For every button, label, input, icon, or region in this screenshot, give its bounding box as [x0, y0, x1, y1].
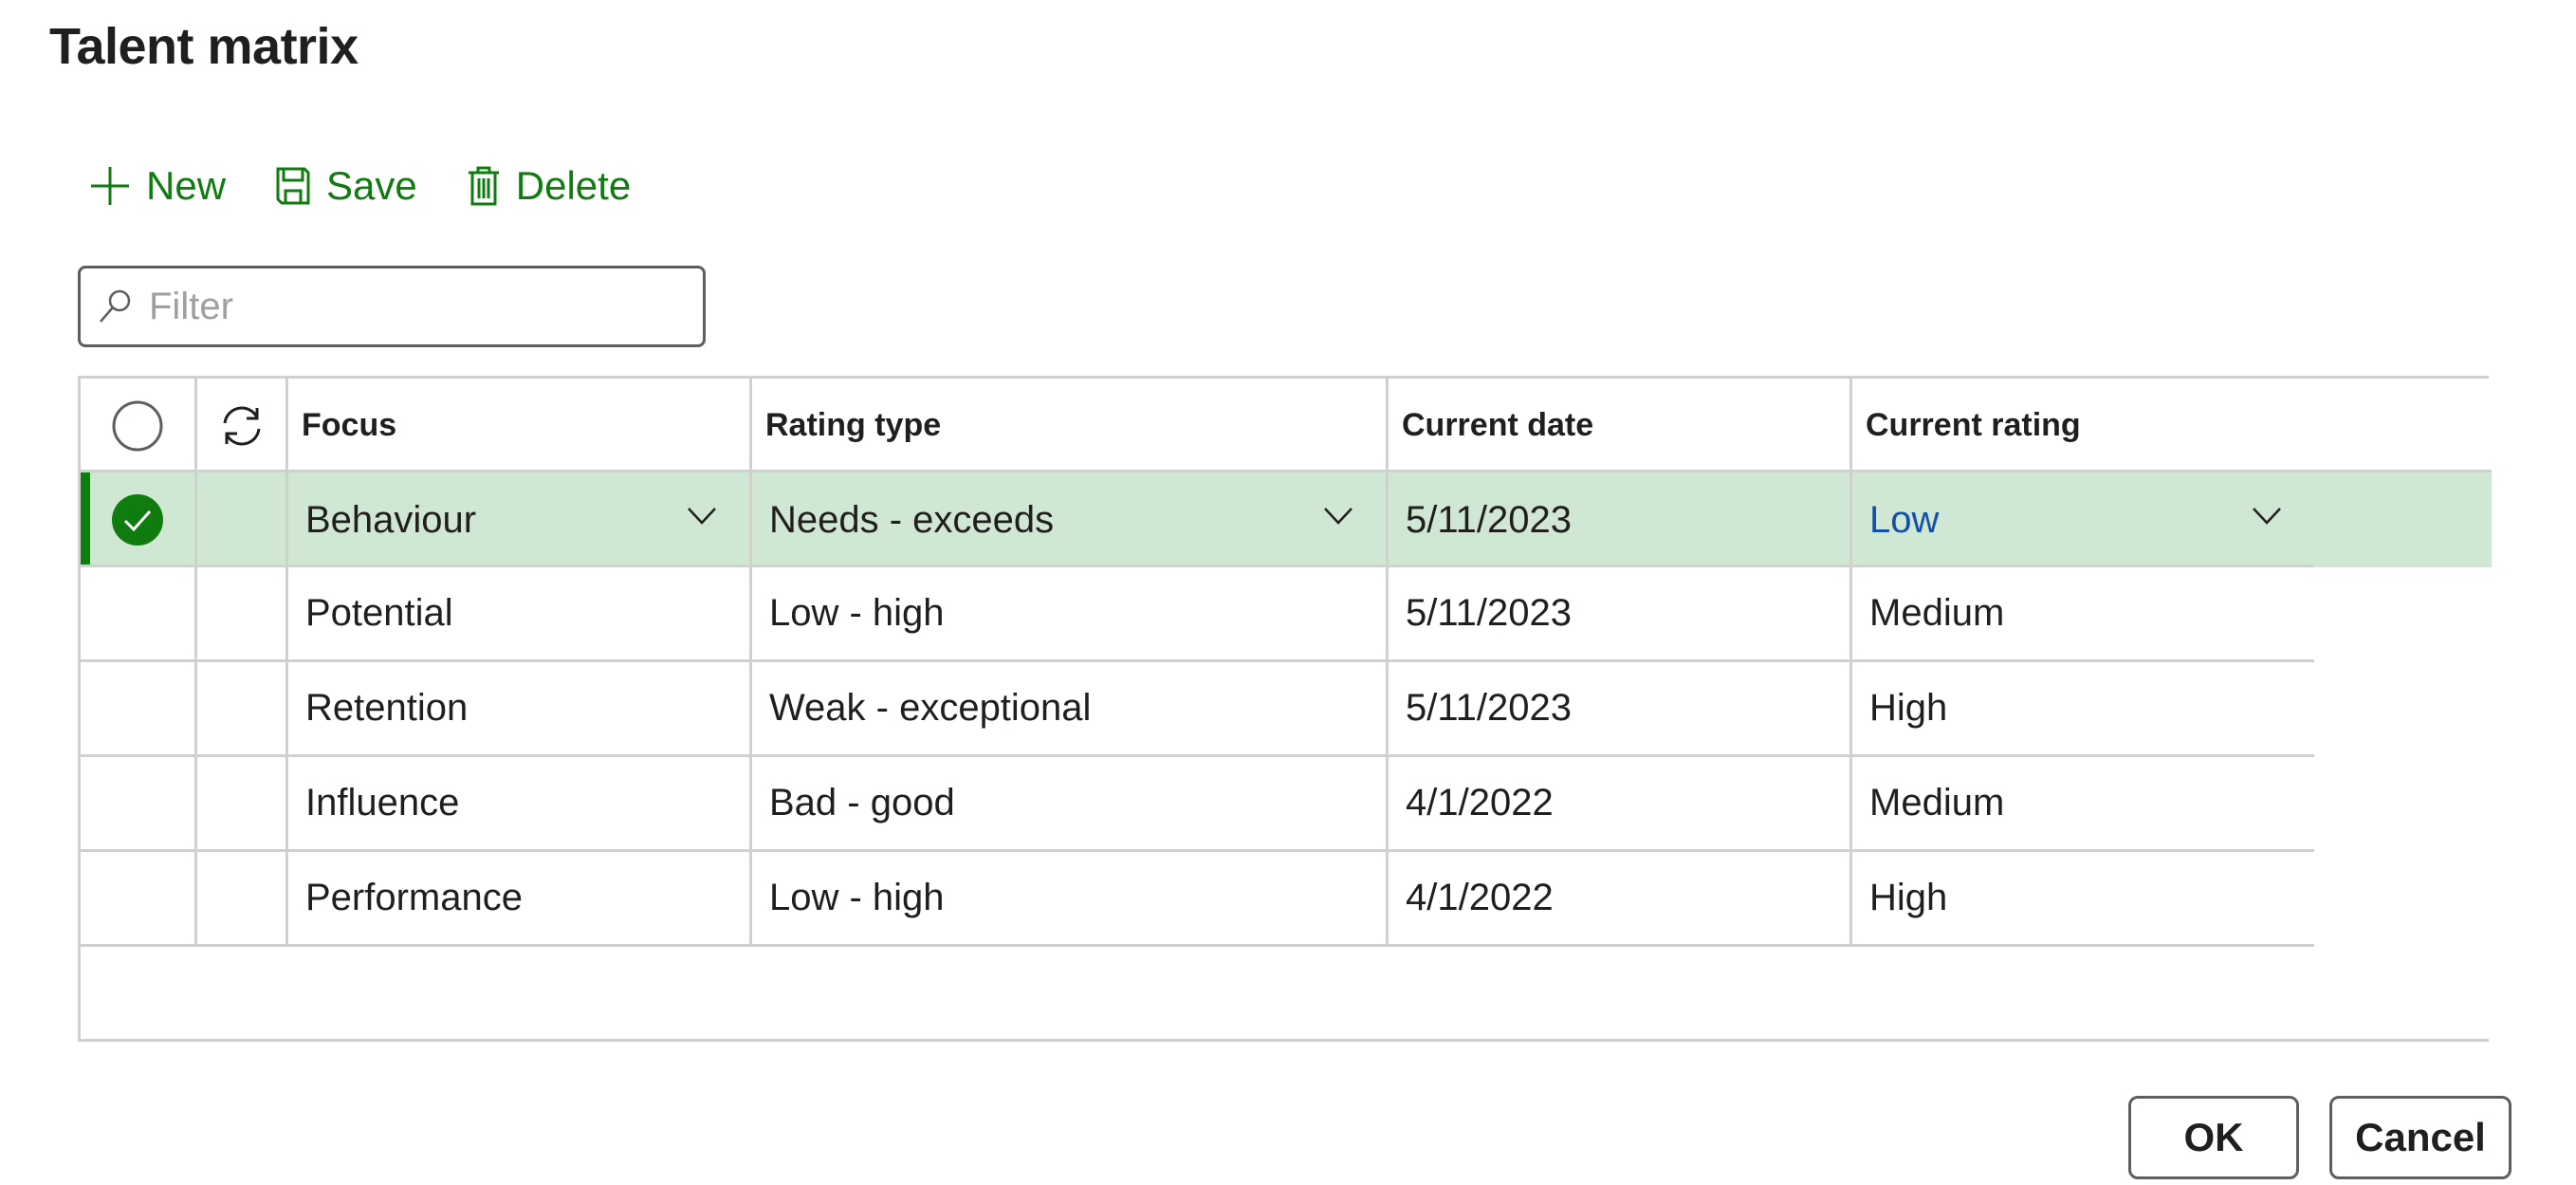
current-rating-cell: Medium [1852, 567, 2314, 662]
table-row[interactable]: Potential Low - high 5/11/2023 Medium [81, 567, 2314, 662]
refresh-icon [223, 406, 260, 445]
column-header-rating-type[interactable]: Rating type [752, 379, 1389, 472]
column-header-current-rating[interactable]: Current rating [1852, 379, 2492, 472]
filter-input[interactable] [147, 284, 682, 329]
current-rating-cell: Medium [1852, 757, 2314, 852]
current-rating-dropdown[interactable]: Low [1852, 472, 2314, 567]
save-label: Save [326, 163, 417, 208]
rating-type-cell: Low - high [752, 567, 1389, 662]
delete-label: Delete [515, 163, 632, 208]
rating-type-cell: Bad - good [752, 757, 1389, 852]
filter-box [78, 266, 706, 347]
refresh-header[interactable] [197, 379, 288, 472]
focus-cell: Potential [288, 567, 752, 662]
action-toolbar: New Save Delete [89, 163, 631, 209]
focus-cell: Performance [288, 852, 752, 947]
current-date-cell: 4/1/2022 [1389, 852, 1852, 947]
current-date-cell: 4/1/2022 [1389, 757, 1852, 852]
new-button[interactable]: New [89, 163, 226, 209]
row-select-cell[interactable] [81, 662, 197, 757]
row-status-cell [197, 472, 288, 567]
row-status-cell [197, 567, 288, 662]
dialog-title: Talent matrix [49, 18, 359, 75]
column-header-current-date[interactable]: Current date [1389, 379, 1852, 472]
focus-cell: Influence [288, 757, 752, 852]
current-date-cell: 5/11/2023 [1389, 472, 1852, 567]
talent-grid: Focus Rating type Current date Current r… [78, 376, 2492, 1042]
focus-dropdown[interactable]: Behaviour [288, 472, 752, 567]
row-status-cell [197, 757, 288, 852]
ok-button[interactable]: OK [2128, 1096, 2299, 1179]
focus-cell: Retention [288, 662, 752, 757]
column-header-focus[interactable]: Focus [288, 379, 752, 472]
plus-icon [91, 167, 129, 205]
rating-type-cell: Low - high [752, 852, 1389, 947]
new-label: New [146, 163, 227, 208]
chevron-down-icon [1324, 508, 1352, 525]
current-rating-cell: High [1852, 662, 2314, 757]
rating-type-cell: Weak - exceptional [752, 662, 1389, 757]
row-select-cell[interactable] [81, 852, 197, 947]
table-row[interactable]: Performance Low - high 4/1/2022 High [81, 852, 2314, 947]
trash-icon [468, 166, 499, 206]
row-select-cell[interactable] [81, 757, 197, 852]
current-date-cell: 5/11/2023 [1389, 662, 1852, 757]
search-icon [100, 289, 131, 323]
rating-type-dropdown[interactable]: Needs - exceeds [752, 472, 1389, 567]
chevron-down-icon [688, 508, 716, 525]
row-select-cell[interactable] [81, 472, 197, 567]
save-button[interactable]: Save [275, 163, 417, 209]
current-date-cell: 5/11/2023 [1389, 567, 1852, 662]
row-status-cell [197, 852, 288, 947]
chevron-down-icon [2253, 508, 2281, 525]
cancel-button[interactable]: Cancel [2329, 1096, 2512, 1179]
row-status-cell [197, 662, 288, 757]
table-row[interactable]: Behaviour Needs - exceeds 5/11/2023 Low [81, 472, 2492, 567]
checkmark-circle-icon [112, 494, 163, 546]
delete-button[interactable]: Delete [467, 163, 631, 209]
save-icon [276, 167, 310, 205]
row-select-cell[interactable] [81, 567, 197, 662]
table-row[interactable]: Retention Weak - exceptional 5/11/2023 H… [81, 662, 2314, 757]
current-rating-cell: High [1852, 852, 2314, 947]
select-all-circle-icon [112, 400, 163, 451]
table-row[interactable]: Influence Bad - good 4/1/2022 Medium [81, 757, 2314, 852]
select-all-header[interactable] [81, 379, 197, 472]
